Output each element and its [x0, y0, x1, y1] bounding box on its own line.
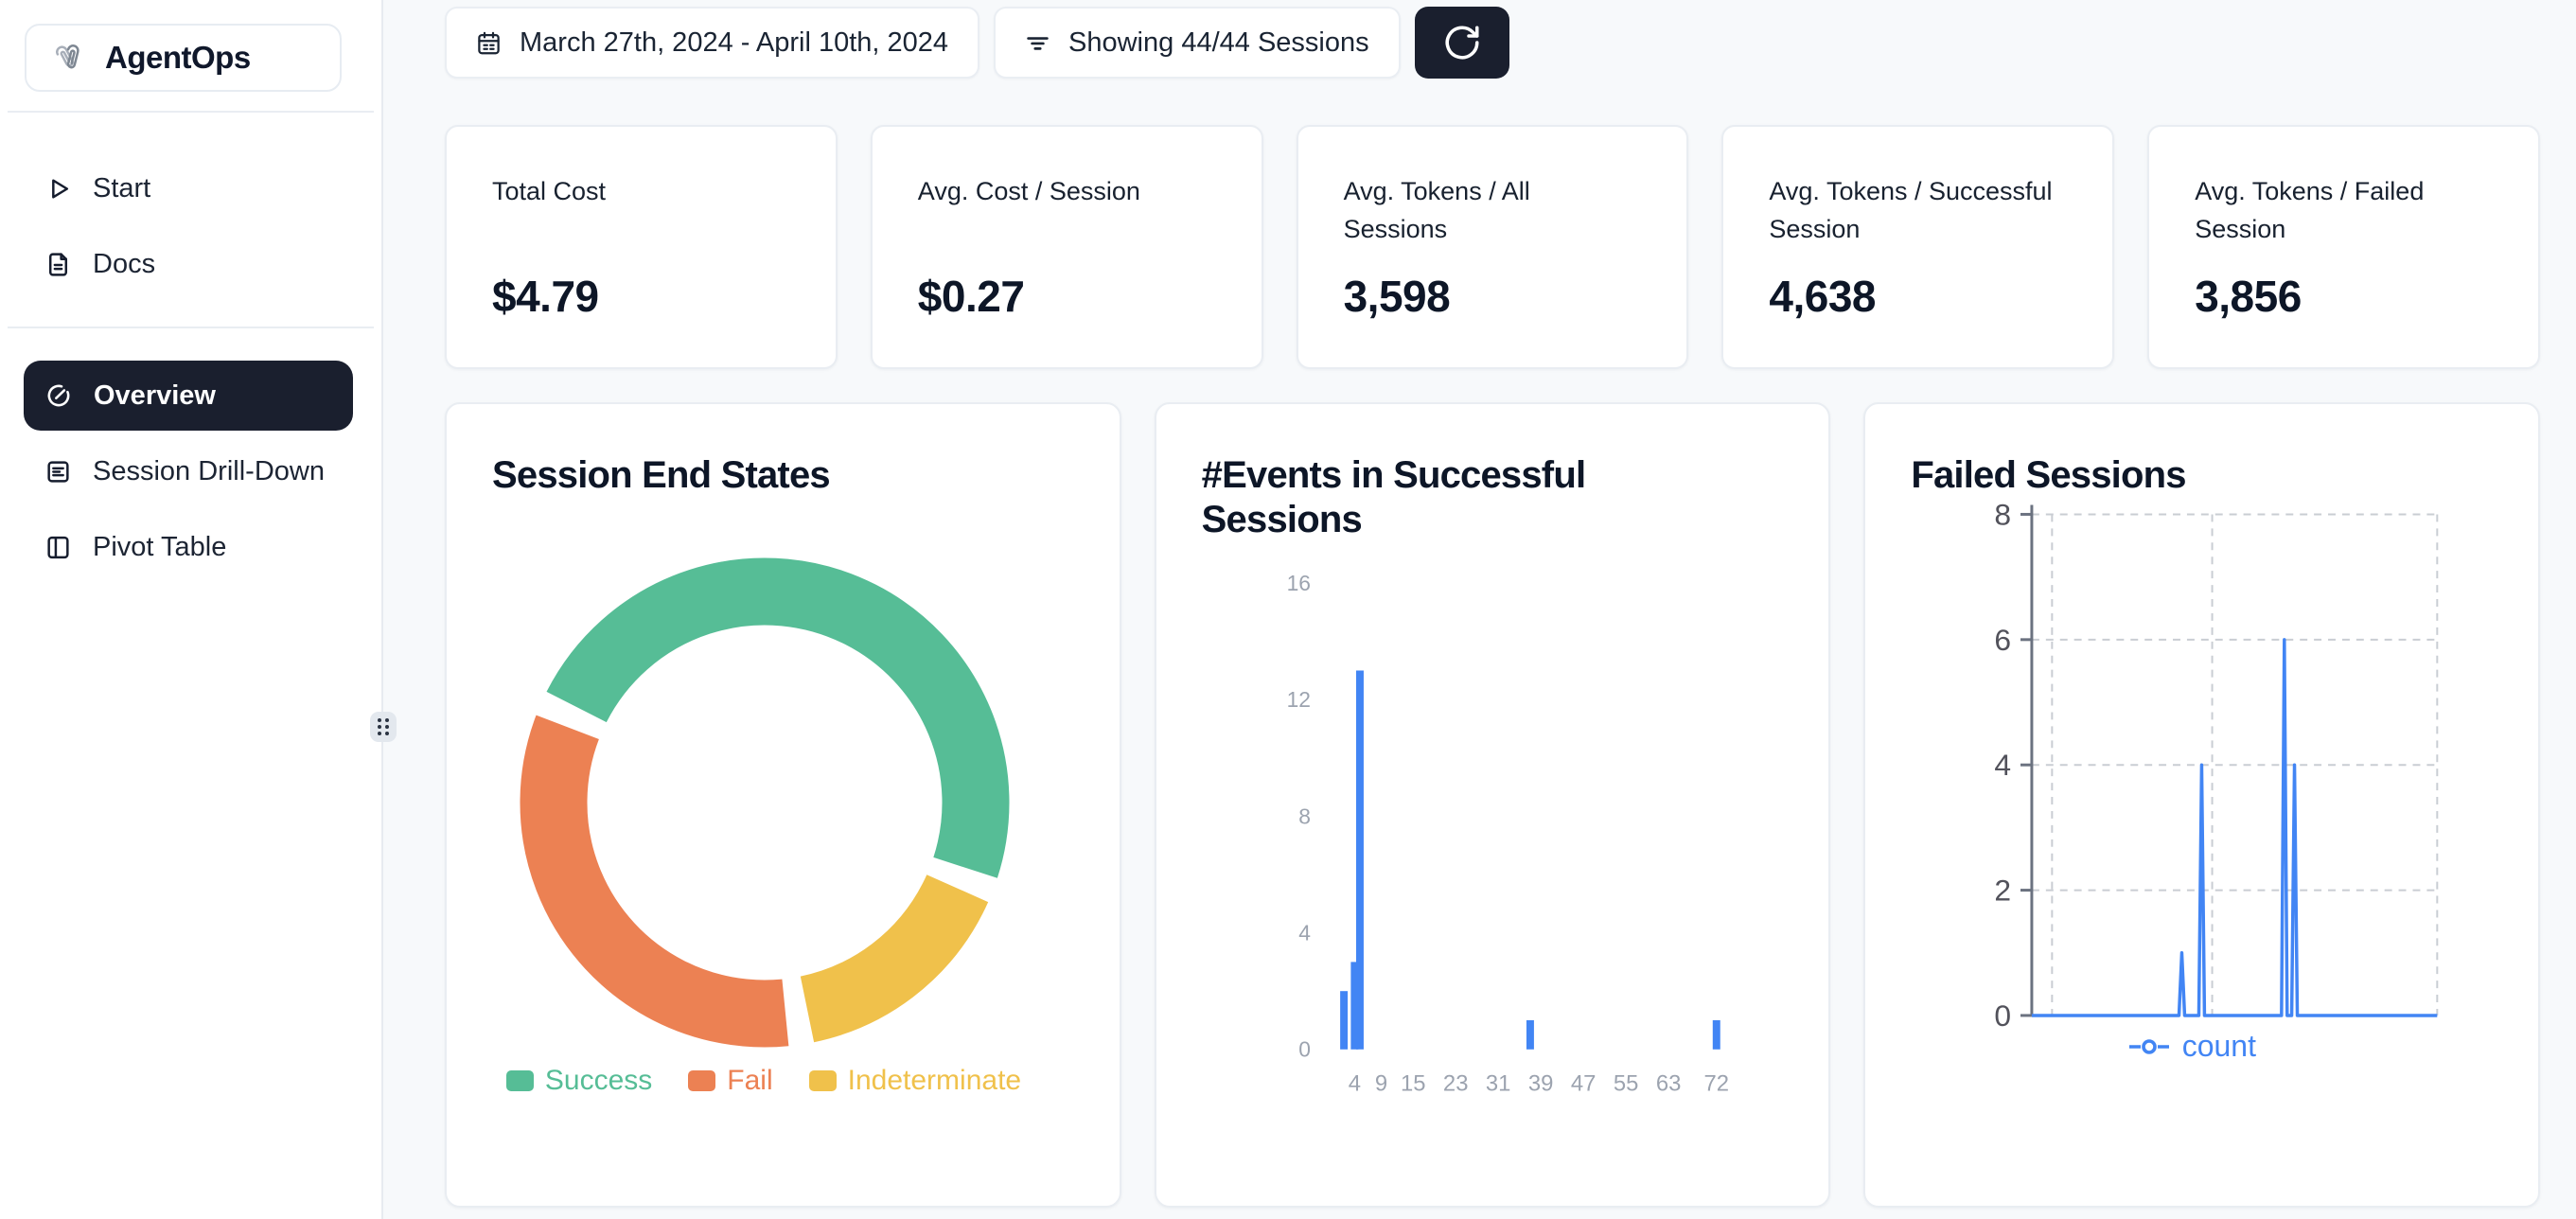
- svg-text:8: 8: [1298, 804, 1311, 828]
- agentops-dashboard: AgentOps Start Docs Overview: [0, 0, 2576, 1219]
- main-content: March 27th, 2024 - April 10th, 2024 Show…: [383, 0, 2576, 1219]
- stat-card-avg-tokens-all: Avg. Tokens / All Sessions 3,598: [1297, 125, 1689, 369]
- svg-text:39: 39: [1528, 1071, 1554, 1097]
- pivot-icon: [44, 534, 72, 561]
- stat-label: Avg. Tokens / Failed Session: [2195, 172, 2488, 248]
- stat-value: 3,856: [2195, 271, 2302, 322]
- count-series-icon: [2128, 1038, 2170, 1055]
- sessions-filter-text: Showing 44/44 Sessions: [1068, 27, 1369, 59]
- sidebar-item-session-drill-down[interactable]: Session Drill-Down: [0, 437, 383, 505]
- failed-sessions-card: Failed Sessions 02468 count: [1863, 402, 2540, 1208]
- svg-text:6: 6: [1995, 623, 2012, 657]
- svg-text:0: 0: [1298, 1037, 1311, 1062]
- stat-card-avg-tokens-successful: Avg. Tokens / Successful Session 4,638: [1721, 125, 2114, 369]
- session-end-states-card: Session End States Success Fail Indeterm…: [445, 402, 1121, 1208]
- donut-legend: Success Fail Indeterminate: [485, 1065, 1043, 1097]
- stat-cards-row: Total Cost $4.79 Avg. Cost / Session $0.…: [445, 125, 2540, 369]
- line-chart-legend[interactable]: count: [1955, 1029, 2428, 1064]
- indeterminate-swatch-icon: [809, 1070, 837, 1091]
- svg-text:16: 16: [1286, 571, 1310, 595]
- logo-text: AgentOps: [105, 40, 251, 76]
- sidebar-item-docs[interactable]: Docs: [0, 230, 383, 298]
- filter-icon: [1025, 30, 1050, 56]
- svg-text:31: 31: [1486, 1071, 1511, 1097]
- svg-text:15: 15: [1401, 1071, 1426, 1097]
- stat-label: Avg. Tokens / All Sessions: [1344, 172, 1637, 248]
- events-in-successful-sessions-card: #Events in Successful Sessions 048121649…: [1155, 402, 1831, 1208]
- stat-card-avg-tokens-failed: Avg. Tokens / Failed Session 3,856: [2147, 125, 2540, 369]
- legend-item-fail[interactable]: Fail: [688, 1065, 772, 1097]
- sidebar-item-label: Docs: [93, 249, 155, 280]
- legend-item-success[interactable]: Success: [506, 1065, 652, 1097]
- sidebar-item-pivot-table[interactable]: Pivot Table: [0, 513, 383, 581]
- refresh-button[interactable]: [1415, 7, 1509, 79]
- sidebar-item-label: Pivot Table: [93, 532, 226, 563]
- count-legend-label: count: [2182, 1029, 2256, 1064]
- gauge-icon: [44, 381, 73, 410]
- date-range-text: March 27th, 2024 - April 10th, 2024: [520, 27, 948, 59]
- events-histogram-chart: 0481216491523313947556372: [1156, 404, 1829, 1206]
- svg-text:8: 8: [1995, 497, 2012, 531]
- svg-text:4: 4: [1995, 748, 2012, 782]
- legend-item-indeterminate[interactable]: Indeterminate: [809, 1065, 1021, 1097]
- svg-text:12: 12: [1286, 687, 1310, 712]
- svg-text:2: 2: [1995, 874, 2012, 908]
- svg-text:9: 9: [1375, 1071, 1387, 1097]
- list-icon: [44, 458, 72, 486]
- docs-icon: [44, 251, 72, 278]
- stat-value: 4,638: [1769, 271, 1876, 322]
- sessions-filter[interactable]: Showing 44/44 Sessions: [994, 7, 1401, 79]
- svg-text:55: 55: [1614, 1071, 1639, 1097]
- stat-card-avg-cost-session: Avg. Cost / Session $0.27: [871, 125, 1263, 369]
- sidebar-item-label: Start: [93, 173, 150, 204]
- svg-text:4: 4: [1348, 1071, 1360, 1097]
- legend-label: Indeterminate: [848, 1065, 1021, 1097]
- sidebar-item-label: Session Drill-Down: [93, 456, 325, 487]
- sidebar: AgentOps Start Docs Overview: [0, 0, 383, 1219]
- chart-title: Session End States: [492, 453, 830, 498]
- legend-label: Success: [545, 1065, 652, 1097]
- sidebar-divider: [8, 111, 374, 113]
- svg-text:63: 63: [1656, 1071, 1682, 1097]
- stat-label: Avg. Cost / Session: [918, 172, 1140, 210]
- logo[interactable]: AgentOps: [25, 24, 342, 92]
- charts-row: Session End States Success Fail Indeterm…: [445, 402, 2540, 1208]
- stat-value: $4.79: [492, 271, 599, 322]
- svg-text:47: 47: [1571, 1071, 1597, 1097]
- sidebar-item-start[interactable]: Start: [0, 154, 383, 222]
- session-end-states-donut-chart: [519, 556, 1011, 1049]
- sidebar-divider: [8, 327, 374, 328]
- date-range-picker[interactable]: March 27th, 2024 - April 10th, 2024: [445, 7, 979, 79]
- refresh-icon: [1442, 23, 1482, 62]
- stat-value: $0.27: [918, 271, 1025, 322]
- failed-sessions-line-chart: 0 2 4 6 8: [1865, 404, 2538, 1206]
- paperclip-logo-icon: [50, 40, 86, 76]
- calendar-icon: [476, 30, 502, 56]
- stat-label: Total Cost: [492, 172, 606, 210]
- svg-text:4: 4: [1298, 921, 1311, 945]
- svg-text:0: 0: [1995, 998, 2012, 1033]
- sidebar-item-overview[interactable]: Overview: [24, 361, 353, 431]
- legend-label: Fail: [727, 1065, 772, 1097]
- stat-label: Avg. Tokens / Successful Session: [1769, 172, 2062, 248]
- fail-swatch-icon: [688, 1070, 715, 1091]
- svg-text:23: 23: [1443, 1071, 1469, 1097]
- topbar: March 27th, 2024 - April 10th, 2024 Show…: [445, 7, 2540, 79]
- sidebar-item-label: Overview: [94, 380, 216, 412]
- stat-card-total-cost: Total Cost $4.79: [445, 125, 838, 369]
- play-icon: [44, 175, 72, 203]
- sidebar-resize-handle[interactable]: [370, 712, 397, 742]
- svg-text:72: 72: [1703, 1071, 1729, 1097]
- stat-value: 3,598: [1344, 271, 1451, 322]
- success-swatch-icon: [506, 1070, 534, 1091]
